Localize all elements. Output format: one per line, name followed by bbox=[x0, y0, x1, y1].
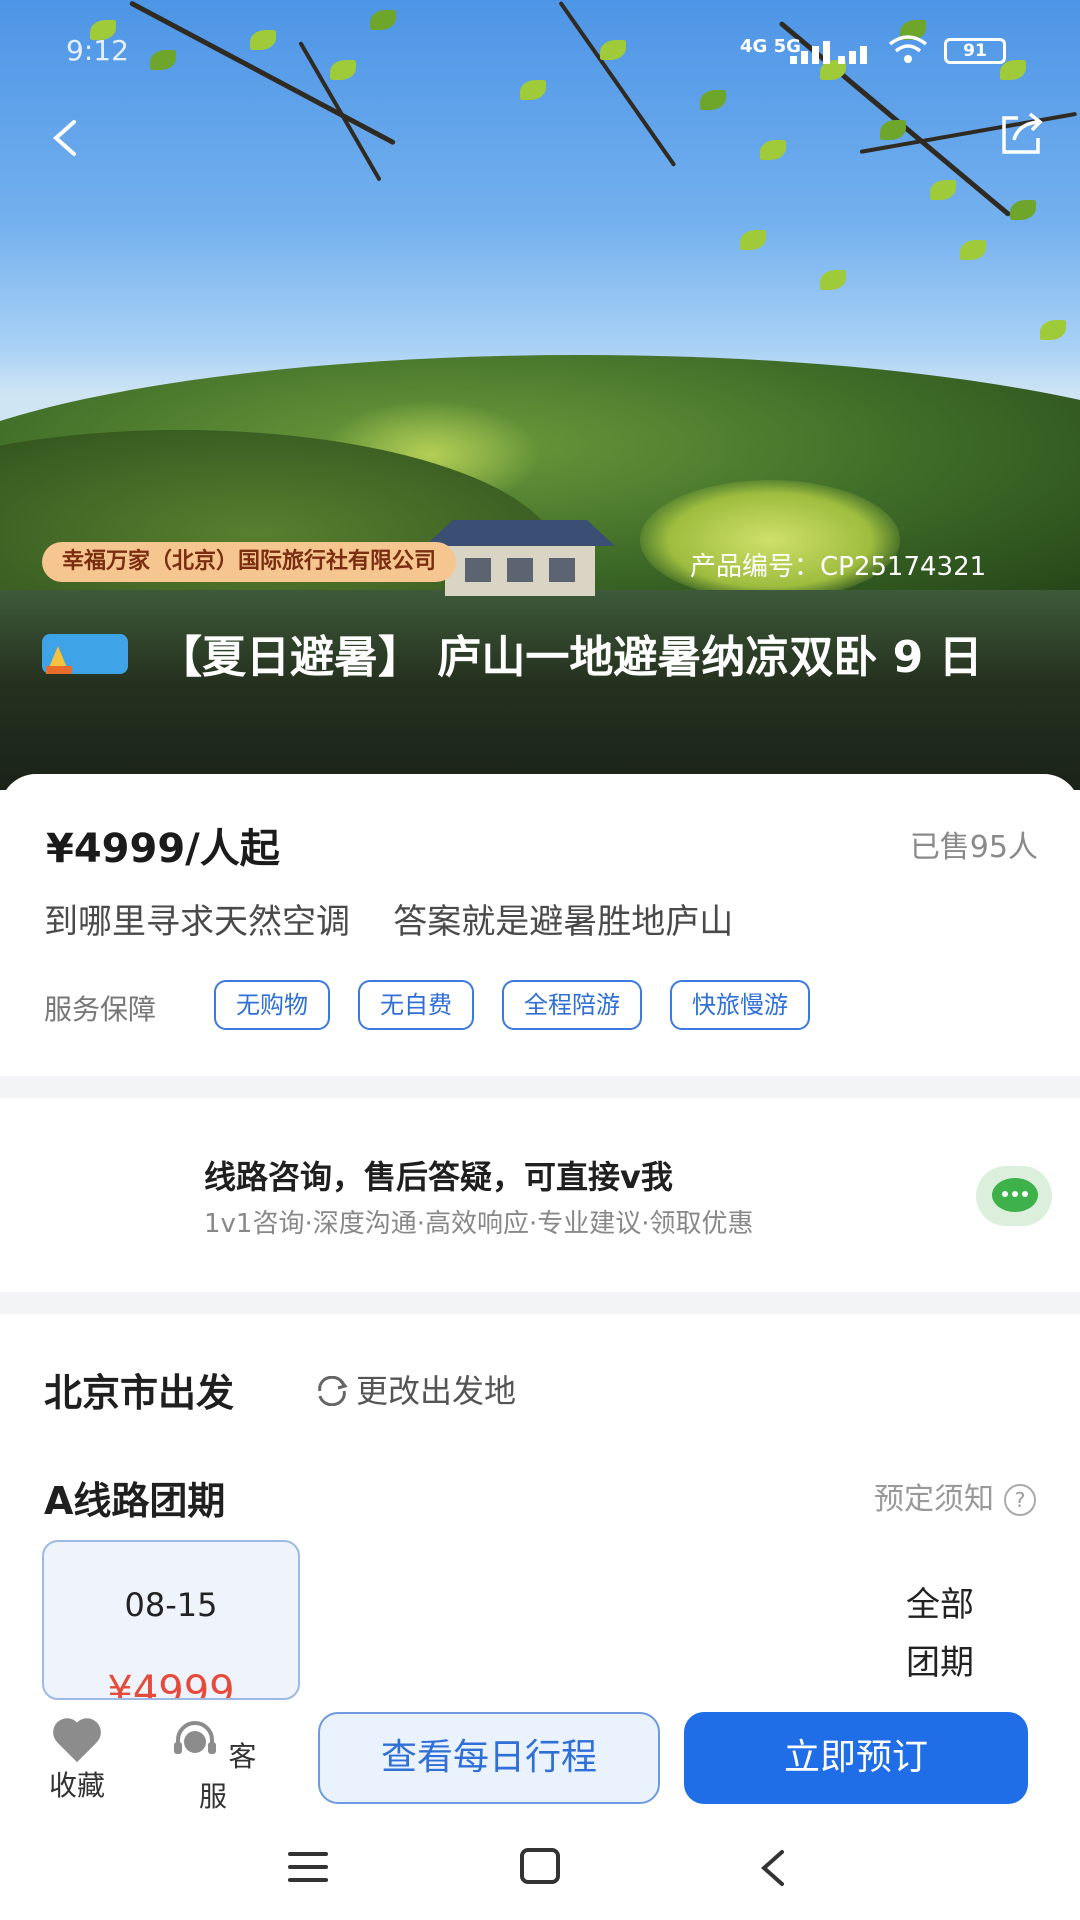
status-time: 9:12 bbox=[66, 34, 129, 67]
help-icon: ? bbox=[1004, 1484, 1036, 1516]
change-departure-button[interactable]: 更改出发地 bbox=[312, 1366, 516, 1412]
share-icon[interactable] bbox=[998, 110, 1046, 158]
signal-icon bbox=[790, 38, 870, 64]
service-tag: 无自费 bbox=[358, 980, 474, 1030]
headset-icon bbox=[173, 1721, 216, 1754]
product-title-text: 【夏日避暑】 庐山一地避暑纳凉双卧 9 日 bbox=[158, 632, 983, 683]
divider bbox=[0, 1076, 1080, 1098]
booking-notice-link[interactable]: 预定须知? bbox=[874, 1474, 1036, 1518]
favorite-label: 收藏 bbox=[48, 1769, 105, 1802]
nav-back-icon[interactable] bbox=[756, 1848, 790, 1888]
departure-city: 北京市出发 bbox=[44, 1371, 235, 1415]
group-title: A线路团期 bbox=[44, 1479, 226, 1523]
status-bar: 9:12 4G 5G 91 bbox=[0, 28, 1080, 68]
service-tag: 全程陪游 bbox=[502, 980, 642, 1030]
refresh-icon bbox=[318, 1376, 348, 1406]
featured-town-badge bbox=[42, 630, 128, 678]
all-dates-button[interactable]: 全部团期 bbox=[906, 1576, 1006, 1692]
booking-notice-label: 预定须知 bbox=[874, 1482, 994, 1517]
book-now-button[interactable]: 立即预订 bbox=[684, 1712, 1028, 1804]
consult-subtitle: 1v1咨询·深度沟通·高效响应·专业建议·领取优惠 bbox=[204, 1209, 754, 1239]
home-icon[interactable] bbox=[520, 1848, 560, 1884]
back-icon[interactable] bbox=[46, 118, 86, 158]
product-code: 产品编号：CP25174321 bbox=[690, 552, 987, 582]
date-price: ¥4999 bbox=[107, 1668, 235, 1700]
heart-icon bbox=[52, 1720, 102, 1760]
customer-service-button[interactable]: 客服 bbox=[158, 1720, 268, 1815]
battery-icon: 91 bbox=[944, 38, 1006, 64]
system-nav-bar bbox=[0, 1812, 1080, 1920]
wechat-icon[interactable] bbox=[976, 1166, 1052, 1226]
agency-tag: 幸福万家（北京）国际旅行社有限公司 bbox=[42, 542, 457, 582]
service-tag: 无购物 bbox=[214, 980, 330, 1030]
consult-title: 线路咨询，售后答疑，可直接v我 bbox=[204, 1158, 673, 1196]
favorite-button[interactable]: 收藏 bbox=[22, 1720, 132, 1804]
service-tags: 无购物 无自费 全程陪游 快旅慢游 bbox=[214, 980, 810, 1030]
sold-count: 已售95人 bbox=[909, 830, 1038, 865]
wifi-icon bbox=[888, 35, 928, 63]
service-label: 服务保障 bbox=[44, 993, 157, 1026]
change-departure-label: 更改出发地 bbox=[356, 1372, 517, 1410]
price: ¥4999/人起 bbox=[46, 826, 280, 872]
service-tag: 快旅慢游 bbox=[670, 980, 810, 1030]
date-option[interactable]: 08-15 ¥4999 bbox=[42, 1540, 300, 1700]
divider bbox=[0, 1292, 1080, 1314]
menu-icon[interactable] bbox=[288, 1852, 328, 1882]
date-label: 08-15 bbox=[124, 1586, 218, 1624]
view-itinerary-button[interactable]: 查看每日行程 bbox=[318, 1712, 660, 1804]
slogan: 到哪里寻求天然空调 答案就是避暑胜地庐山 bbox=[44, 902, 734, 942]
lake bbox=[0, 590, 1080, 790]
product-title: 【夏日避暑】 庐山一地避暑纳凉双卧 9 日 bbox=[42, 628, 1042, 688]
